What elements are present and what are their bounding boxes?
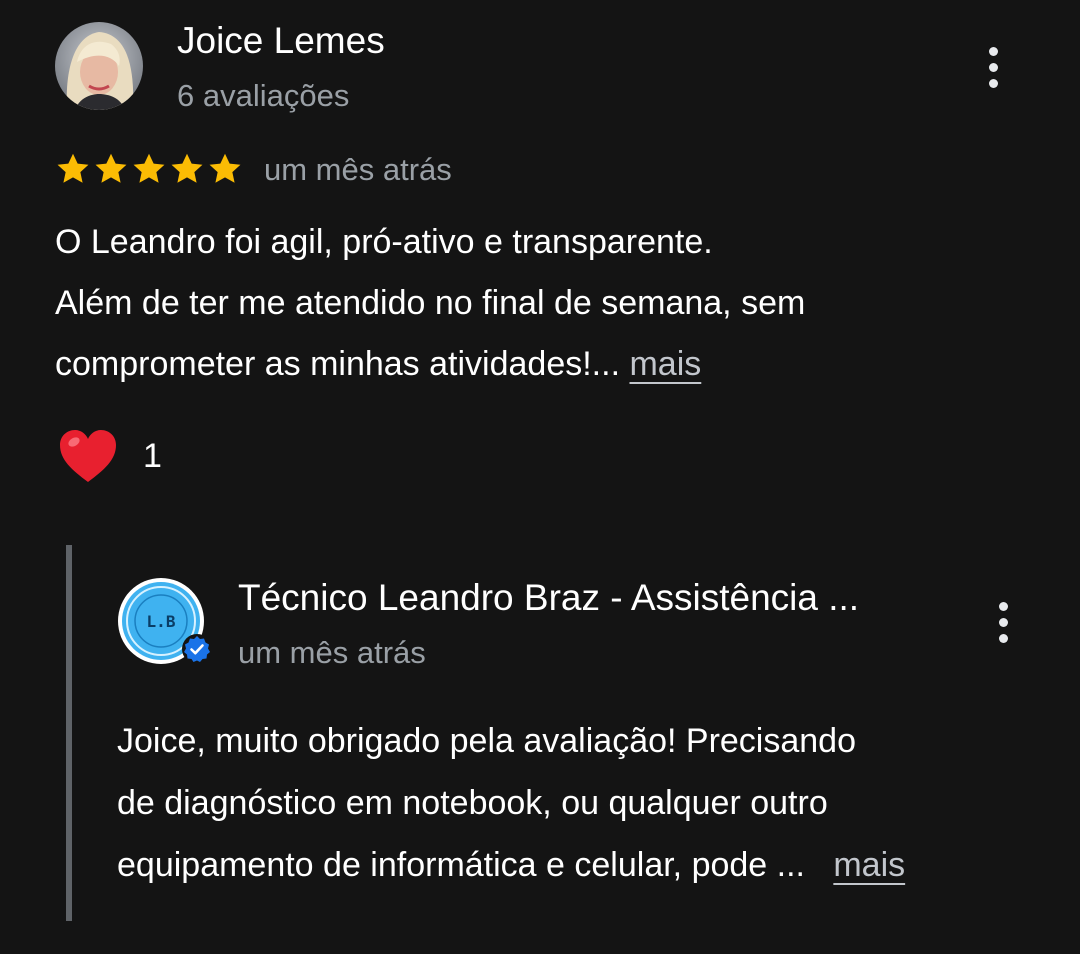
review-more-link[interactable]: mais xyxy=(629,345,701,383)
reply-text-line-content: equipamento de informática e celular, po… xyxy=(117,846,805,884)
reply-text-line: de diagnóstico em notebook, ou qualquer … xyxy=(117,784,828,822)
heart-icon xyxy=(60,430,116,482)
review-text-line: Além de ter me atendido no final de sema… xyxy=(55,284,806,322)
more-vert-icon xyxy=(998,601,1008,643)
reply-divider xyxy=(66,545,72,921)
review-date: um mês atrás xyxy=(264,152,452,187)
reviewer-avatar[interactable] xyxy=(55,22,143,110)
reply-date: um mês atrás xyxy=(238,635,426,670)
review-text-line: O Leandro foi agil, pró-ativo e transpar… xyxy=(55,223,713,261)
verified-badge-icon xyxy=(182,634,212,664)
star-icon xyxy=(57,153,89,183)
star-icon xyxy=(171,153,203,183)
review-text-line-content: comprometer as minhas atividades!... xyxy=(55,345,621,383)
reply-more-link[interactable]: mais xyxy=(833,846,905,884)
more-vert-icon xyxy=(988,46,998,88)
owner-avatar-text: L.B xyxy=(147,612,176,631)
star-icon xyxy=(133,153,165,183)
reply-text-line: equipamento de informática e celular, po… xyxy=(117,834,1057,896)
review-text: O Leandro foi agil, pró-ativo e transpar… xyxy=(55,212,1055,395)
owner-name[interactable]: Técnico Leandro Braz - Assistência ... xyxy=(238,577,859,619)
reaction-count: 1 xyxy=(143,436,162,475)
reviewer-review-count[interactable]: 6 avaliações xyxy=(177,78,349,114)
reply-text-line: Joice, muito obrigado pela avaliação! Pr… xyxy=(117,722,857,760)
reaction-button[interactable]: 1 xyxy=(58,428,162,484)
star-icon xyxy=(95,153,127,183)
reviewer-avatar-image xyxy=(55,22,143,110)
reply-menu-button[interactable] xyxy=(988,595,1018,649)
review-menu-button[interactable] xyxy=(978,40,1008,94)
reviewer-name[interactable]: Joice Lemes xyxy=(177,20,385,62)
star-rating xyxy=(55,151,243,187)
star-icon xyxy=(209,153,241,183)
review-text-line: comprometer as minhas atividades!... mai… xyxy=(55,334,1055,395)
owner-avatar[interactable]: L.B xyxy=(117,577,212,665)
reply-text: Joice, muito obrigado pela avaliação! Pr… xyxy=(117,710,1057,896)
